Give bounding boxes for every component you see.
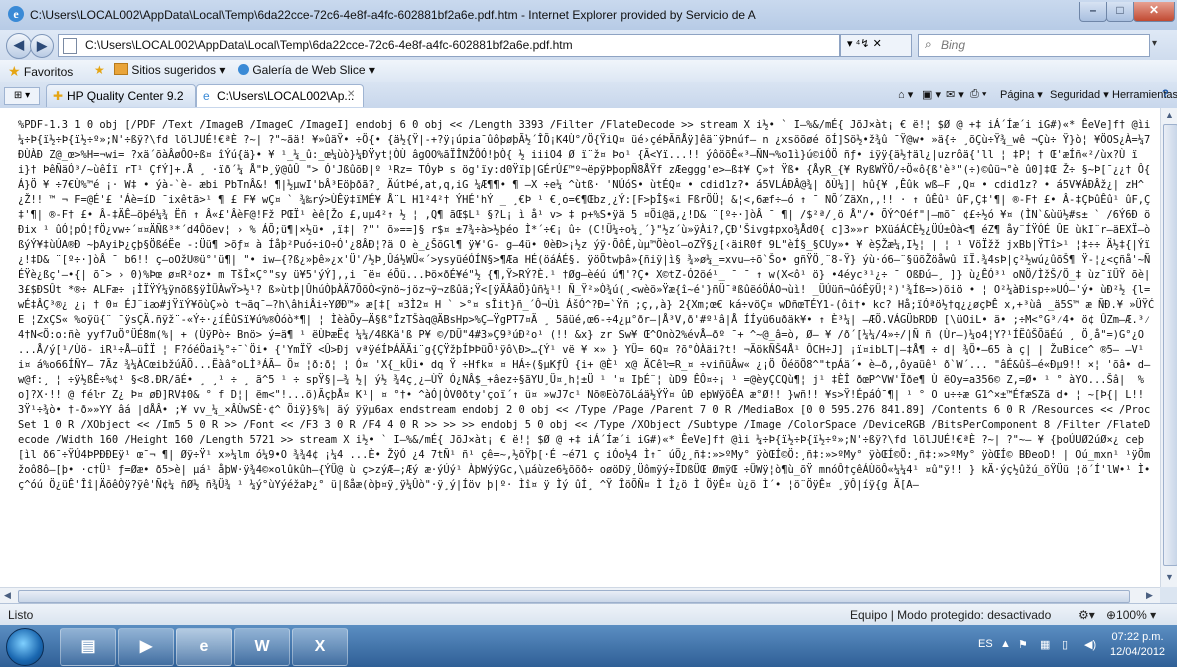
back-button[interactable]: ◀ <box>6 33 32 59</box>
print-icon[interactable]: ⎙ ▾ <box>970 88 986 101</box>
battery-icon[interactable]: ▯ <box>1062 638 1068 651</box>
quick-tabs-button[interactable]: ⊞ ▾ <box>4 87 40 105</box>
close-window-button[interactable]: ✕ <box>1133 2 1175 22</box>
scroll-up-icon[interactable]: ▲ <box>1165 110 1174 120</box>
taskbar-media-icon[interactable]: ▶ <box>118 628 174 666</box>
zoom-level[interactable]: ⊕100% ▾ <box>1106 608 1156 622</box>
search-icon: ⌕ <box>925 37 932 51</box>
add-favorite-icon[interactable]: ★ <box>94 63 105 77</box>
page-icon <box>63 38 77 54</box>
vertical-scrollbar[interactable]: ▲ ▼ <box>1160 108 1177 587</box>
tab-hp-quality-center[interactable]: ✚ HP Quality Center 9.2 <box>46 84 196 107</box>
web-slice-icon <box>238 64 249 75</box>
tab-label: HP Quality Center 9.2 <box>67 89 184 103</box>
security-menu[interactable]: Seguridad ▾ <box>1050 88 1109 101</box>
address-tools[interactable]: ▾ ⁴↯ ✕ <box>840 34 912 57</box>
scroll-down-icon[interactable]: ▼ <box>1165 572 1174 582</box>
taskbar-word-icon[interactable]: W <box>234 628 290 666</box>
horizontal-scrollbar[interactable]: ◀ ▶ <box>0 587 1160 604</box>
clock-date: 12/04/2012 <box>1110 646 1166 658</box>
page-menu[interactable]: Página ▾ <box>1000 88 1043 101</box>
favorites-button[interactable]: ★ Favoritos <box>8 63 73 80</box>
clock[interactable]: 07:22 p.m. 12/04/2012 <box>1110 630 1165 660</box>
feeds-icon[interactable]: ▣ ▾ <box>922 88 941 101</box>
navigation-bar: ◀ ▶ C:\Users\LOCAL002\AppData\Local\Temp… <box>0 30 1177 60</box>
internet-explorer-icon: e <box>8 6 24 22</box>
scroll-left-icon[interactable]: ◀ <box>4 590 11 601</box>
star-icon: ★ <box>8 63 21 79</box>
taskbar: ▤ ▶ e W X ES ▲ ⚑ ▦ ▯ ◀) 07:22 p.m. 12/04… <box>0 625 1177 667</box>
maximize-button[interactable]: □ <box>1106 2 1134 22</box>
tab-bar: ⊞ ▾ ✚ HP Quality Center 9.2 e C:\Users\L… <box>0 82 1177 109</box>
address-bar[interactable]: C:\Users\LOCAL002\AppData\Local\Temp\6da… <box>58 34 840 57</box>
horizontal-scroll-thumb[interactable] <box>18 590 1130 603</box>
taskbar-explorer-icon[interactable]: ▤ <box>60 628 116 666</box>
tab-favicon-icon: e <box>203 89 210 103</box>
favorites-item-suggested-sites[interactable]: Sitios sugeridos ▾ <box>114 63 225 77</box>
flag-icon[interactable]: ⚑ <box>1018 638 1028 651</box>
favorites-item-label: Galería de Web Slice ▾ <box>252 63 375 77</box>
language-indicator[interactable]: ES <box>978 638 993 650</box>
address-tools-icons[interactable]: ▾ ⁴↯ ✕ <box>847 37 882 50</box>
title-bar: e C:\Users\LOCAL002\AppData\Local\Temp\6… <box>0 0 1177 31</box>
window-title: C:\Users\LOCAL002\AppData\Local\Temp\6da… <box>30 8 756 22</box>
search-options-icon[interactable]: ▾ <box>1152 38 1157 49</box>
mail-icon[interactable]: ✉ ▾ <box>946 88 964 101</box>
help-icon[interactable]: ? <box>1162 88 1169 100</box>
network-icon[interactable]: ▦ <box>1040 638 1050 651</box>
tab-current-page[interactable]: e C:\Users\LOCAL002\Ap... ✕ <box>196 84 364 107</box>
status-text: Listo <box>8 608 34 622</box>
tab-label: C:\Users\LOCAL002\Ap... <box>217 89 355 103</box>
status-bar: Listo Equipo | Modo protegido: desactiva… <box>0 603 1177 626</box>
start-button[interactable] <box>6 628 44 666</box>
security-zone[interactable]: Equipo | Modo protegido: desactivado <box>850 608 1051 622</box>
search-input[interactable]: Bing <box>941 38 965 52</box>
taskbar-internet-explorer-icon[interactable]: e <box>176 628 232 666</box>
tab-favicon-icon: ✚ <box>53 89 64 103</box>
forward-button[interactable]: ▶ <box>30 34 54 58</box>
close-tab-icon[interactable]: ✕ <box>347 89 355 100</box>
favorites-item-web-slice[interactable]: Galería de Web Slice ▾ <box>238 63 375 77</box>
show-hidden-icons-icon[interactable]: ▲ <box>1000 638 1011 650</box>
address-url: C:\Users\LOCAL002\AppData\Local\Temp\6da… <box>85 38 573 52</box>
zone-settings-icon[interactable]: ⚙▾ <box>1078 608 1095 622</box>
favorites-bar: ★ Favoritos ★ Sitios sugeridos ▾ Galería… <box>0 60 1177 83</box>
clock-time: 07:22 p.m. <box>1111 631 1164 643</box>
raw-pdf-text: %PDF-1.3 1 0 obj [/PDF /Text /ImageB /Im… <box>18 119 1157 491</box>
favorites-label: Favoritos <box>23 65 74 79</box>
search-box[interactable]: ⌕ Bing <box>918 34 1150 57</box>
page-content: %PDF-1.3 1 0 obj [/PDF /Text /ImageB /Im… <box>0 108 1160 587</box>
vertical-scroll-thumb[interactable] <box>1163 124 1177 566</box>
home-icon[interactable]: ⌂ ▾ <box>898 88 913 101</box>
taskbar-excel-icon[interactable]: X <box>292 628 348 666</box>
suggested-sites-icon <box>114 63 128 75</box>
minimize-button[interactable]: – <box>1079 2 1107 22</box>
volume-icon[interactable]: ◀) <box>1084 638 1096 651</box>
scroll-right-icon[interactable]: ▶ <box>1146 590 1153 601</box>
favorites-item-label: Sitios sugeridos ▾ <box>131 63 226 77</box>
